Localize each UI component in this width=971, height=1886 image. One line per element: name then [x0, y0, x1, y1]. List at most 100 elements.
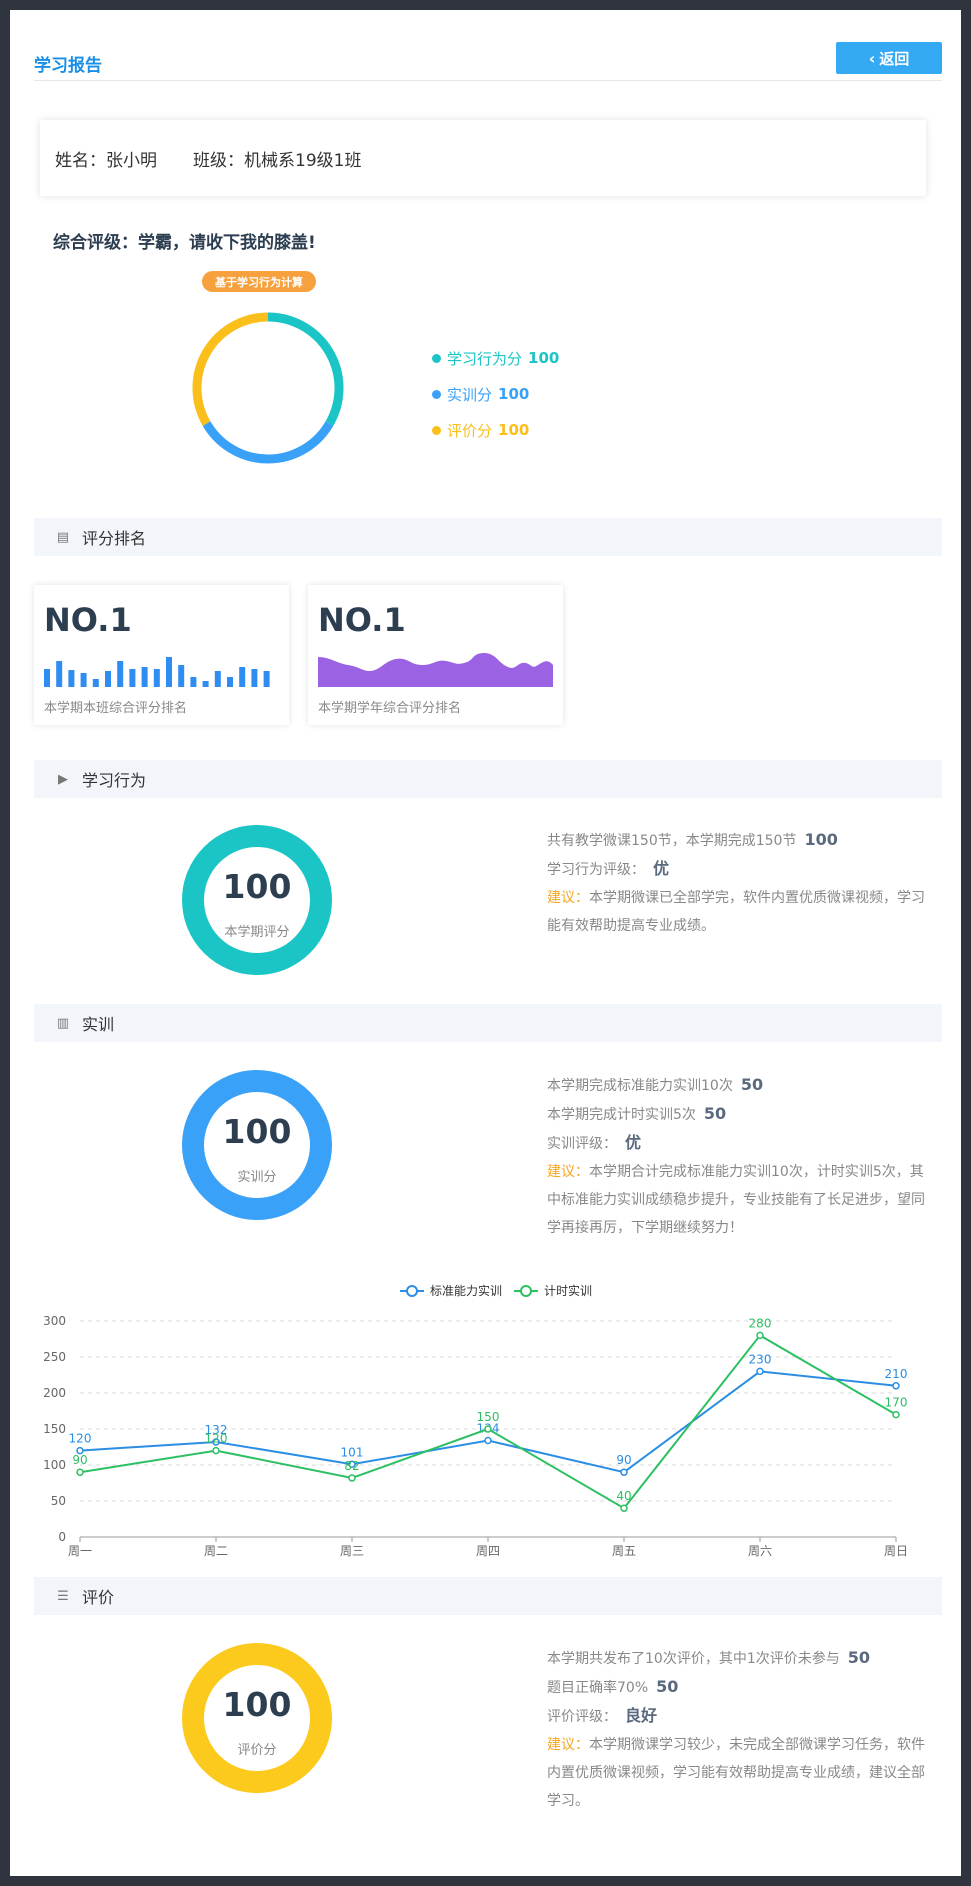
rank-area-sparkline	[318, 653, 553, 687]
play-square-icon: ▶	[58, 771, 68, 787]
legend-item-behavior: 学习行为分 100	[432, 340, 559, 376]
calc-basis-badge: 基于学习行为计算	[202, 271, 316, 292]
data-point[interactable]	[484, 1425, 492, 1433]
data-point[interactable]	[756, 1331, 764, 1340]
line-text: 共有教学微课150节，本学期完成150节	[547, 833, 797, 849]
data-label: 40	[616, 1489, 631, 1503]
data-point[interactable]	[892, 1382, 900, 1390]
overall-score-ring	[192, 312, 344, 464]
section-ranking-header: ▤ 评分排名	[34, 518, 942, 556]
evaluation-details: 本学期共发布了10次评价，其中1次评价未参与 50 题目正确率70% 50 评价评级…	[547, 1644, 937, 1815]
spark-bar	[153, 669, 160, 687]
spark-bar	[92, 679, 99, 687]
line-text: 题目正确率70%	[547, 1680, 649, 1696]
overall-rating-title: 综合评级：学霸，请收下我的膝盖!	[53, 233, 316, 253]
evaluation-line: 评价评级： 良好	[547, 1702, 937, 1731]
student-name: 姓名：张小明	[55, 150, 157, 171]
y-tick-label: 200	[43, 1386, 66, 1400]
data-point[interactable]	[484, 1436, 492, 1445]
advice-label: 建议：	[547, 1737, 589, 1753]
data-point[interactable]	[348, 1474, 356, 1482]
chart-legend-item[interactable]: 计时实训	[514, 1283, 592, 1298]
data-label: 280	[749, 1316, 772, 1330]
behavior-score-label: 本学期评分	[224, 925, 290, 940]
line-value: 100	[804, 830, 838, 849]
spark-bar	[80, 673, 87, 687]
spark-bar	[166, 657, 172, 687]
spark-bar	[117, 661, 124, 687]
line-value: 50	[703, 1104, 727, 1123]
legend-item-training: 实训分 100	[432, 376, 559, 412]
evaluation-score-label: 评价分	[237, 1743, 277, 1758]
data-label: 101	[341, 1445, 364, 1459]
rank-bar-sparkline	[44, 657, 270, 687]
ring-segment-1	[202, 421, 334, 464]
spark-bar	[239, 667, 246, 687]
data-label: 90	[72, 1453, 87, 1467]
line-text: 学习行为评级：	[547, 862, 645, 878]
x-tick-label: 周三	[340, 1544, 364, 1558]
line-value: 50	[740, 1075, 764, 1094]
rank-value: NO.1	[318, 601, 406, 639]
line-text: 本学期完成标准能力实训10次	[547, 1078, 733, 1094]
legend-value: 100	[528, 349, 560, 367]
data-point[interactable]	[892, 1410, 900, 1419]
spark-bar	[227, 677, 233, 687]
data-point[interactable]	[620, 1504, 628, 1512]
section-title: 评价	[82, 1588, 115, 1607]
training-score-value: 100	[222, 1112, 292, 1151]
behavior-advice: 建议：本学期微课已全部学完，软件内置优质微课视频，学习能有效帮助提高专业成绩。	[547, 884, 937, 940]
data-point[interactable]	[756, 1367, 764, 1376]
training-line: 实训评级： 优	[547, 1129, 937, 1158]
legend-dot	[432, 389, 441, 399]
behavior-line: 学习行为评级： 优	[547, 855, 937, 884]
back-button[interactable]: ‹ 返回	[836, 42, 942, 74]
spark-bar	[251, 669, 258, 687]
page-title: 学习报告	[34, 56, 102, 76]
rank-value: NO.1	[44, 601, 132, 639]
student-class: 班级：机械系19级1班	[193, 150, 362, 171]
training-score-donut: 100 实训分	[182, 1070, 332, 1220]
x-tick-label: 周一	[68, 1544, 92, 1558]
evaluation-line: 题目正确率70% 50	[547, 1673, 937, 1702]
chart-legend-label: 标准能力实训	[430, 1283, 502, 1298]
ring-segment-2	[192, 312, 269, 426]
section-title: 实训	[82, 1015, 115, 1034]
ring-segment-0	[267, 312, 344, 426]
legend-item-evaluation: 评价分 100	[432, 412, 559, 448]
y-tick-label: 250	[43, 1350, 66, 1364]
advice-text: 本学期合计完成标准能力实训10次，计时实训5次，其中标准能力实训成绩稳步提升，专…	[547, 1164, 925, 1236]
training-score-label: 实训分	[237, 1170, 277, 1185]
spark-bar	[105, 671, 111, 687]
legend-label: 实训分	[447, 385, 493, 404]
data-label: 120	[205, 1432, 228, 1446]
spark-bar	[56, 661, 63, 687]
data-point[interactable]	[620, 1468, 628, 1476]
section-evaluation-header: ☰ 评价	[34, 1577, 942, 1615]
y-tick-label: 150	[43, 1422, 66, 1436]
data-label: 230	[749, 1352, 772, 1366]
x-tick-label: 周五	[612, 1544, 636, 1558]
chart-legend-label: 计时实训	[544, 1283, 592, 1298]
training-line: 本学期完成标准能力实训10次 50	[547, 1071, 937, 1100]
line-text: 评价评级：	[547, 1709, 617, 1725]
data-point[interactable]	[76, 1468, 84, 1476]
rank-caption: 本学期本班综合评分排名	[44, 701, 188, 716]
legend-dot	[432, 353, 441, 363]
advice-label: 建议：	[547, 1164, 589, 1180]
line-value: 50	[847, 1648, 870, 1667]
chart-legend-item[interactable]: 标准能力实训	[400, 1283, 502, 1298]
section-behavior-header: ▶ 学习行为	[34, 760, 942, 798]
legend-dot	[432, 425, 441, 435]
training-line-chart: 标准能力实训 计时实训 0 50 100 150 200 250 300 周一 周二 周三 周四 周五 周六…	[43, 1283, 908, 1558]
rank-caption: 本学期学年综合评分排名	[318, 701, 462, 716]
data-point[interactable]	[212, 1446, 220, 1455]
spark-bar	[214, 671, 221, 687]
section-training-header: ▥ 实训	[34, 1004, 942, 1042]
advice-label: 建议：	[547, 890, 589, 906]
line-text: 实训评级：	[547, 1136, 617, 1152]
line-text: 本学期共发布了10次评价，其中1次评价未参与	[547, 1651, 840, 1667]
training-details: 本学期完成标准能力实训10次 50 本学期完成计时实训5次 50 实训评级： 优 建议…	[547, 1071, 937, 1242]
section-title: 评分排名	[82, 529, 147, 548]
legend-value: 100	[498, 421, 530, 439]
